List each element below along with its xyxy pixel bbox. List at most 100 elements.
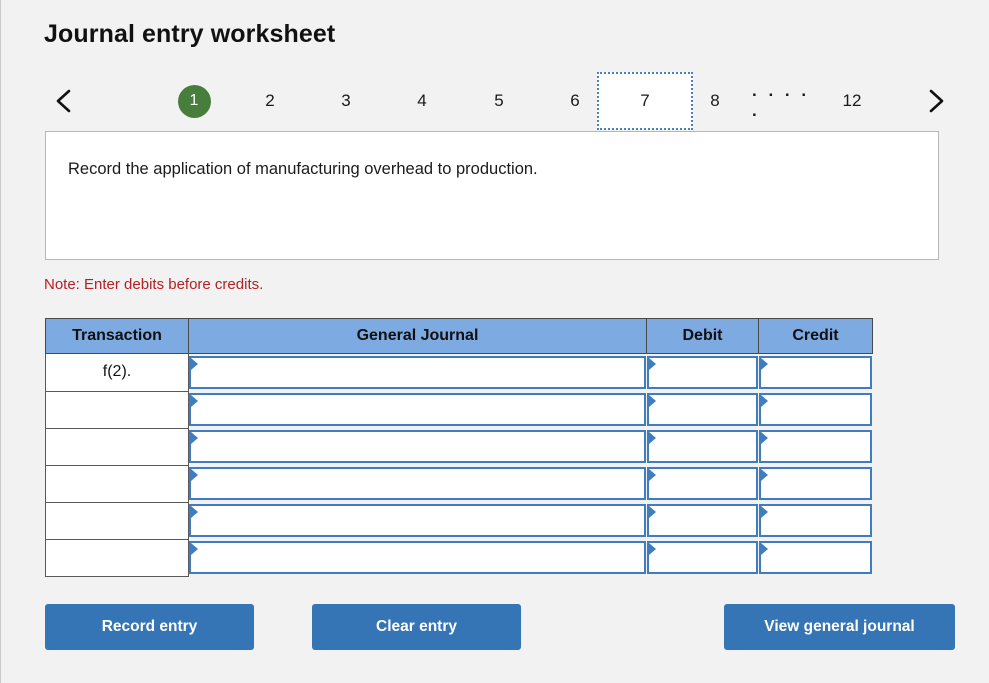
page-button-3-label: 3 — [341, 91, 351, 110]
credit-input[interactable] — [758, 467, 872, 500]
credit-input[interactable] — [758, 541, 872, 574]
account-select-field[interactable] — [189, 356, 646, 389]
page-button-5[interactable]: 5 — [479, 72, 519, 130]
debit-cell — [646, 539, 759, 576]
dropdown-marker-icon — [191, 432, 198, 444]
credit-cell — [758, 502, 873, 539]
general-journal-cell — [189, 539, 647, 576]
dropdown-marker-icon — [760, 395, 768, 407]
journal-entry-table: Transaction General Journal Debit Credit… — [45, 318, 873, 577]
page-button-1-label: 1 — [177, 84, 211, 118]
next-page-button[interactable] — [916, 72, 956, 130]
account-select-field[interactable] — [189, 393, 646, 426]
previous-page-button[interactable] — [44, 72, 84, 130]
pagination-ellipsis: . . . . . — [752, 81, 810, 120]
general-journal-cell — [189, 465, 647, 502]
page-number-list: 1 2 3 4 5 6 7 8 . . . . . 12 — [102, 72, 901, 130]
dropdown-marker-icon — [191, 395, 198, 407]
instruction-panel: Record the application of manufacturing … — [45, 131, 939, 260]
dropdown-marker-icon — [760, 432, 768, 444]
table-row — [45, 464, 873, 503]
page-button-12[interactable]: 12 — [832, 72, 872, 130]
table-row: f(2). — [45, 353, 873, 392]
column-header-debit: Debit — [646, 318, 759, 354]
page-button-4[interactable]: 4 — [402, 72, 442, 130]
debit-input[interactable] — [646, 541, 758, 574]
dropdown-marker-icon — [648, 432, 656, 444]
transaction-label — [45, 538, 189, 577]
dropdown-marker-icon — [648, 543, 656, 555]
page-button-8-label: 8 — [710, 91, 720, 110]
pagination: 1 2 3 4 5 6 7 8 . . . . . 12 — [44, 72, 956, 130]
debit-cell — [646, 354, 759, 392]
credit-input[interactable] — [758, 504, 872, 537]
account-select-field[interactable] — [189, 430, 646, 463]
instruction-text: Record the application of manufacturing … — [68, 160, 538, 178]
page-button-6[interactable]: 6 — [555, 72, 595, 130]
transaction-label — [45, 501, 189, 540]
general-journal-cell — [189, 428, 647, 465]
page-button-2-label: 2 — [265, 91, 275, 110]
account-select-field[interactable] — [189, 504, 646, 537]
column-header-general-journal: General Journal — [188, 318, 647, 354]
transaction-label — [45, 427, 189, 466]
general-journal-cell — [189, 391, 647, 428]
page-button-7-label: 7 — [640, 91, 650, 110]
dropdown-marker-icon — [191, 543, 198, 555]
debit-input[interactable] — [646, 430, 758, 463]
debit-cell — [646, 391, 759, 428]
record-entry-button[interactable]: Record entry — [45, 604, 254, 650]
table-header-row: Transaction General Journal Debit Credit — [45, 318, 873, 354]
dropdown-marker-icon — [760, 543, 768, 555]
debit-input[interactable] — [646, 393, 758, 426]
chevron-right-icon — [926, 88, 946, 114]
page-button-4-label: 4 — [417, 91, 427, 110]
dropdown-marker-icon — [191, 358, 198, 370]
dropdown-marker-icon — [648, 469, 656, 481]
chevron-left-icon — [54, 88, 74, 114]
debit-cell — [646, 502, 759, 539]
table-row — [45, 501, 873, 540]
dropdown-marker-icon — [648, 506, 656, 518]
clear-entry-button[interactable]: Clear entry — [312, 604, 521, 650]
debit-input[interactable] — [646, 467, 758, 500]
page-button-7[interactable]: 7 — [597, 72, 693, 130]
column-header-transaction: Transaction — [45, 318, 189, 354]
credit-input[interactable] — [758, 430, 872, 463]
page-button-8[interactable]: 8 — [695, 72, 735, 130]
general-journal-cell — [189, 502, 647, 539]
credit-cell — [758, 465, 873, 502]
page-button-3[interactable]: 3 — [326, 72, 366, 130]
page-button-6-label: 6 — [570, 91, 580, 110]
transaction-label — [45, 390, 189, 429]
debit-input[interactable] — [646, 356, 758, 389]
credit-cell — [758, 539, 873, 576]
credit-cell — [758, 391, 873, 428]
view-general-journal-button[interactable]: View general journal — [724, 604, 955, 650]
table-row — [45, 538, 873, 577]
debit-input[interactable] — [646, 504, 758, 537]
debit-cell — [646, 428, 759, 465]
credit-cell — [758, 354, 873, 392]
dropdown-marker-icon — [760, 506, 768, 518]
debit-cell — [646, 465, 759, 502]
credit-input[interactable] — [758, 356, 872, 389]
page-title: Journal entry worksheet — [44, 20, 336, 48]
page-button-12-label: 12 — [842, 91, 862, 110]
note-text: Note: Enter debits before credits. — [44, 276, 264, 293]
column-header-credit: Credit — [758, 318, 873, 354]
transaction-label — [45, 464, 189, 503]
credit-input[interactable] — [758, 393, 872, 426]
dropdown-marker-icon — [760, 469, 768, 481]
account-select-field[interactable] — [189, 467, 646, 500]
dropdown-marker-icon — [191, 469, 198, 481]
account-select-field[interactable] — [189, 541, 646, 574]
dropdown-marker-icon — [191, 506, 198, 518]
table-row — [45, 390, 873, 429]
credit-cell — [758, 428, 873, 465]
table-row — [45, 427, 873, 466]
page-button-2[interactable]: 2 — [250, 72, 290, 130]
dropdown-marker-icon — [648, 395, 656, 407]
page-button-1[interactable]: 1 — [174, 72, 214, 130]
dropdown-marker-icon — [648, 358, 656, 370]
